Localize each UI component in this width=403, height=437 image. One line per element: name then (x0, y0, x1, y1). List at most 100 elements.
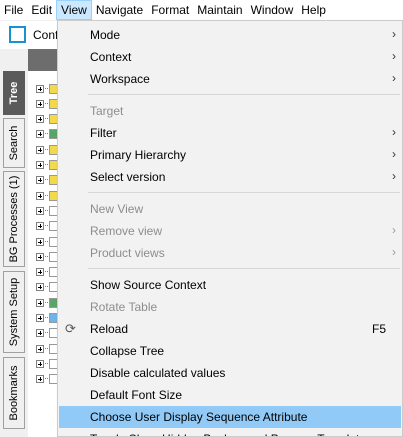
tree-node[interactable] (36, 127, 59, 142)
menu-item-show-source-context[interactable]: Show Source Context (59, 274, 401, 296)
tree-node[interactable] (36, 280, 59, 295)
chevron-right-icon: › (392, 27, 396, 41)
expand-icon[interactable] (36, 314, 44, 322)
menu-navigate[interactable]: Navigate (92, 0, 147, 20)
expand-icon[interactable] (36, 359, 44, 368)
expand-icon[interactable] (36, 298, 44, 307)
tree-node[interactable] (36, 112, 59, 127)
tree-node[interactable] (36, 173, 59, 188)
tab-system-setup-label: System Setup (8, 277, 20, 347)
side-tab-strip: Tree Search BG Processes (1) System Setu… (0, 49, 28, 437)
tree-node[interactable] (36, 203, 59, 218)
tree-connector (45, 378, 48, 380)
tree-connector (45, 286, 48, 288)
tree-node[interactable] (36, 81, 59, 96)
expand-icon[interactable] (36, 130, 44, 139)
tree-node[interactable] (36, 249, 59, 264)
menu-view[interactable]: View (56, 0, 92, 20)
tree-node[interactable] (36, 158, 59, 173)
menu-item-label: Select version (90, 170, 166, 184)
expand-icon[interactable] (36, 283, 44, 292)
chevron-right-icon: › (392, 147, 396, 161)
tree-node[interactable] (36, 96, 59, 111)
expand-icon[interactable] (36, 145, 44, 154)
expand-icon[interactable] (36, 99, 44, 108)
menu-item-toggle-show-hidden-background-process-templates[interactable]: Toggle Show Hidden Background Process Te… (59, 428, 401, 436)
tab-system-setup[interactable]: System Setup (3, 271, 25, 353)
tab-bookmarks[interactable]: Bookmarks (3, 357, 25, 429)
menu-item-choose-user-display-sequence-attribute[interactable]: Choose User Display Sequence Attribute (59, 406, 401, 428)
menu-maintain[interactable]: Maintain (193, 0, 246, 20)
menu-edit[interactable]: Edit (27, 0, 56, 20)
menu-item-remove-view[interactable]: Remove view › (59, 220, 401, 242)
menu-help[interactable]: Help (297, 0, 330, 20)
tree-node[interactable] (36, 142, 59, 157)
expand-icon[interactable] (36, 161, 44, 169)
expand-icon[interactable] (36, 222, 44, 231)
tree-node[interactable] (36, 311, 59, 326)
menu-item-default-font-size[interactable]: Default Font Size (59, 384, 401, 406)
tree-connector (45, 225, 48, 227)
expand-icon[interactable] (36, 176, 44, 185)
menu-item-select-version[interactable]: Select version › (59, 166, 401, 188)
tree-node[interactable] (36, 372, 59, 387)
tab-search[interactable]: Search (3, 118, 25, 168)
tab-tree[interactable]: Tree (3, 71, 25, 115)
tree-connector (45, 347, 48, 350)
expand-icon[interactable] (36, 115, 44, 124)
reload-icon: ⟳ (65, 321, 76, 336)
menu-item-new-view[interactable]: New View (59, 198, 401, 220)
menu-item-label: Disable calculated values (90, 366, 226, 380)
config-checkbox[interactable] (9, 26, 26, 43)
chevron-right-icon: › (392, 71, 396, 85)
expand-icon[interactable] (36, 344, 44, 353)
menu-file[interactable]: File (0, 0, 27, 20)
tree-node[interactable] (36, 188, 59, 203)
menu-item-label: Reload (90, 322, 129, 336)
chevron-right-icon: › (392, 49, 396, 63)
menu-item-rotate-table[interactable]: Rotate Table (59, 296, 401, 318)
tab-tree-label: Tree (8, 81, 20, 105)
tree-connector (45, 240, 48, 243)
expand-icon[interactable] (36, 268, 44, 277)
menu-item-reload[interactable]: ⟳ Reload F5 (59, 318, 401, 340)
menu-item-primary-hierarchy[interactable]: Primary Hierarchy › (59, 144, 401, 166)
tree-node[interactable] (36, 265, 59, 280)
expand-icon[interactable] (36, 252, 44, 261)
tree-connector (45, 164, 48, 166)
tree-node[interactable] (36, 234, 59, 249)
menu-item-collapse-tree[interactable]: Collapse Tree (59, 340, 401, 362)
menu-item-filter[interactable]: Filter › (59, 122, 401, 144)
menu-item-context[interactable]: Context › (59, 46, 401, 68)
menu-item-mode[interactable]: Mode › (59, 24, 401, 46)
menu-item-label: Context (90, 50, 132, 64)
menu-item-product-views[interactable]: Product views › (59, 242, 401, 264)
menu-format[interactable]: Format (147, 0, 193, 20)
menu-item-target[interactable]: Target (59, 100, 401, 122)
tree-connector (45, 332, 48, 334)
expand-icon[interactable] (36, 84, 44, 93)
menu-item-label: Rotate Table (90, 300, 158, 314)
tab-bg-processes[interactable]: BG Processes (1) (3, 171, 25, 267)
menu-item-disable-calculated-values[interactable]: Disable calculated values (59, 362, 401, 384)
chevron-right-icon: › (392, 223, 396, 237)
expand-icon[interactable] (36, 329, 44, 338)
tree-node[interactable] (36, 326, 59, 341)
expand-icon[interactable] (36, 375, 44, 384)
expand-icon[interactable] (36, 206, 44, 215)
menu-item-label: Product views (90, 246, 165, 260)
menu-item-label: Collapse Tree (90, 344, 165, 358)
expand-icon[interactable] (36, 191, 44, 200)
menu-item-label: Mode (90, 28, 121, 42)
menu-window[interactable]: Window (247, 0, 298, 20)
tree-node[interactable] (36, 341, 59, 356)
expand-icon[interactable] (36, 237, 44, 246)
tree-node[interactable] (36, 295, 59, 310)
tab-bg-processes-label: BG Processes (1) (8, 175, 20, 263)
menu-item-label: New View (90, 202, 144, 216)
tree-node[interactable] (36, 219, 59, 234)
tree-node[interactable] (36, 356, 59, 371)
menu-item-label: Target (90, 104, 124, 118)
tree-connector (45, 133, 48, 135)
menu-item-workspace[interactable]: Workspace › (59, 68, 401, 90)
